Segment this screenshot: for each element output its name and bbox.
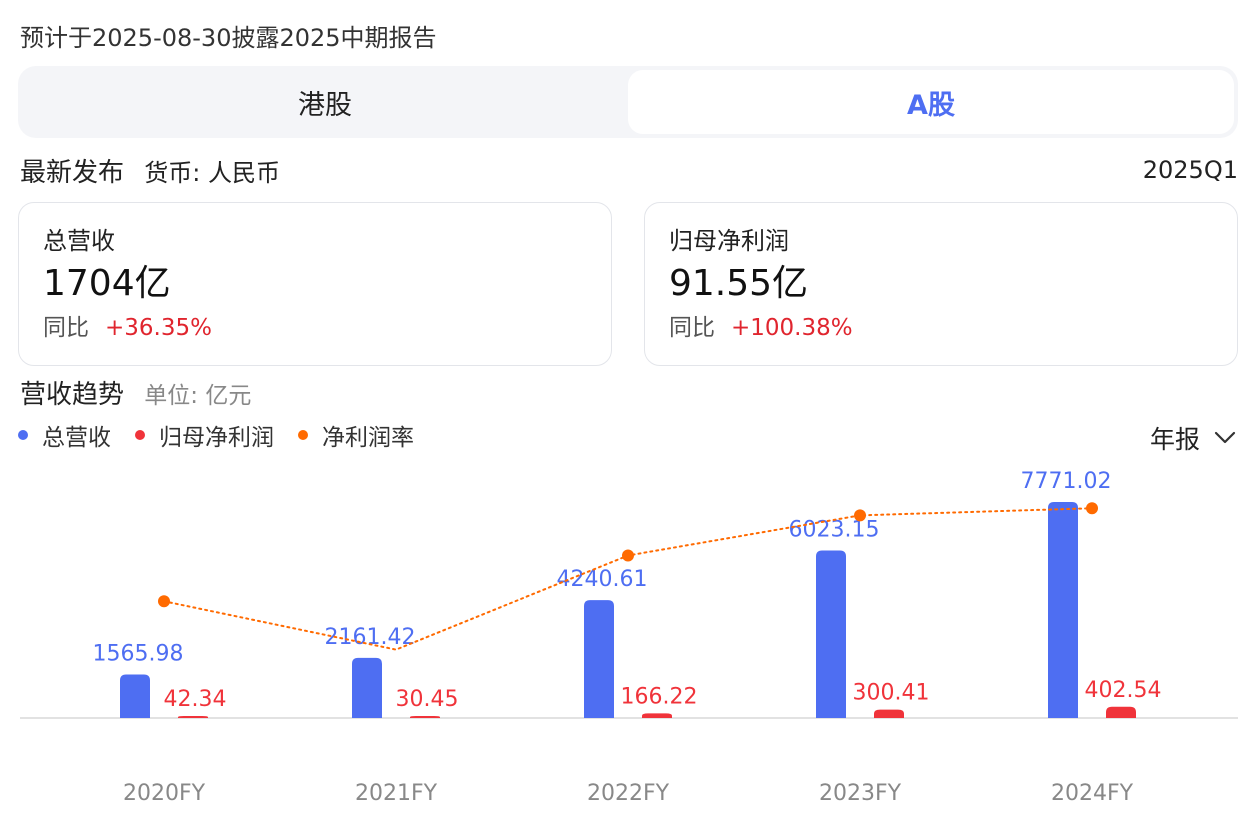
legend-label: 总营收	[42, 425, 111, 451]
chart-legend: 总营收 归母净利润 净利润率	[18, 418, 438, 452]
net-margin-point	[622, 549, 634, 562]
net-profit-data-label: 166.22	[621, 684, 698, 709]
revenue-data-label: 7771.02	[1021, 469, 1112, 494]
net-profit-yoy: 同比 +100.38%	[669, 311, 1213, 345]
trend-title: 营收趋势	[20, 380, 125, 410]
net-profit-label: 归母净利润	[669, 227, 789, 255]
net-profit-bar	[642, 713, 672, 718]
revenue-trend-header: 营收趋势 单位: 亿元	[20, 374, 251, 411]
yoy-value: +100.38%	[731, 315, 853, 341]
revenue-data-label: 1565.98	[93, 641, 184, 666]
legend-dot	[18, 430, 28, 440]
yoy-label: 同比	[669, 315, 715, 341]
net-margin-point	[854, 509, 866, 522]
revenue-bar	[584, 600, 614, 718]
x-tick-label: 2024FY	[1051, 781, 1134, 806]
net-profit-data-label: 42.34	[164, 687, 227, 712]
net-margin-point	[1086, 502, 1098, 515]
revenue-data-label: 6023.15	[789, 518, 880, 543]
legend-dot	[135, 430, 145, 440]
net-profit-data-label: 30.45	[396, 687, 459, 712]
tab-hk-stock[interactable]: 港股	[22, 70, 628, 134]
trend-unit: 单位: 亿元	[144, 383, 252, 409]
net-profit-card: 归母净利润 91.55亿 同比 +100.38%	[644, 202, 1238, 366]
period-dropdown[interactable]: 年报	[1150, 420, 1236, 456]
revenue-label: 总营收	[43, 227, 115, 255]
yoy-label: 同比	[43, 315, 89, 341]
x-tick-label: 2023FY	[819, 781, 902, 806]
chevron-down-icon	[1214, 431, 1236, 444]
net-profit-bar	[874, 709, 904, 718]
legend-item-net-margin[interactable]: 净利润率	[298, 418, 414, 452]
revenue-data-label: 2161.42	[325, 625, 416, 650]
disclosure-notice: 预计于2025-08-30披露2025中期报告	[20, 24, 437, 52]
revenue-bar	[120, 674, 150, 718]
report-period: 2025Q1	[1142, 156, 1238, 184]
legend-label: 归母净利润	[159, 425, 274, 451]
revenue-yoy: 同比 +36.35%	[43, 311, 587, 345]
currency-label: 货币: 人民币	[144, 159, 280, 187]
net-profit-data-label: 300.41	[853, 681, 930, 706]
x-tick-label: 2020FY	[123, 781, 206, 806]
revenue-trend-chart: 1565.98 42.34 2020FY 2161.42 30.45 2021FY 4240…	[20, 469, 1238, 806]
legend-item-net-profit[interactable]: 归母净利润	[135, 418, 274, 452]
revenue-bar	[352, 657, 382, 718]
net-profit-data-label: 402.54	[1085, 678, 1162, 703]
net-profit-bar	[410, 716, 440, 718]
revenue-data-label: 4240.61	[557, 567, 648, 592]
net-margin-point	[158, 595, 170, 608]
latest-release-header: 最新发布 货币: 人民币	[20, 152, 280, 189]
legend-dot	[298, 430, 308, 440]
revenue-value: 1704亿	[43, 263, 171, 304]
revenue-card: 总营收 1704亿 同比 +36.35%	[18, 202, 612, 366]
legend-label: 净利润率	[322, 425, 414, 451]
net-profit-bar	[178, 716, 208, 718]
x-tick-label: 2021FY	[355, 781, 438, 806]
legend-item-revenue[interactable]: 总营收	[18, 418, 111, 452]
revenue-bar	[816, 550, 846, 718]
x-tick-label: 2022FY	[587, 781, 670, 806]
latest-release-title: 最新发布	[20, 158, 125, 188]
net-profit-bar	[1106, 706, 1136, 718]
revenue-bar	[1048, 501, 1078, 718]
market-tabs: 港股 A股	[18, 66, 1238, 138]
tab-a-stock[interactable]: A股	[628, 70, 1234, 134]
yoy-value: +36.35%	[105, 315, 212, 341]
net-profit-value: 91.55亿	[669, 263, 809, 304]
period-dropdown-label: 年报	[1149, 425, 1200, 454]
